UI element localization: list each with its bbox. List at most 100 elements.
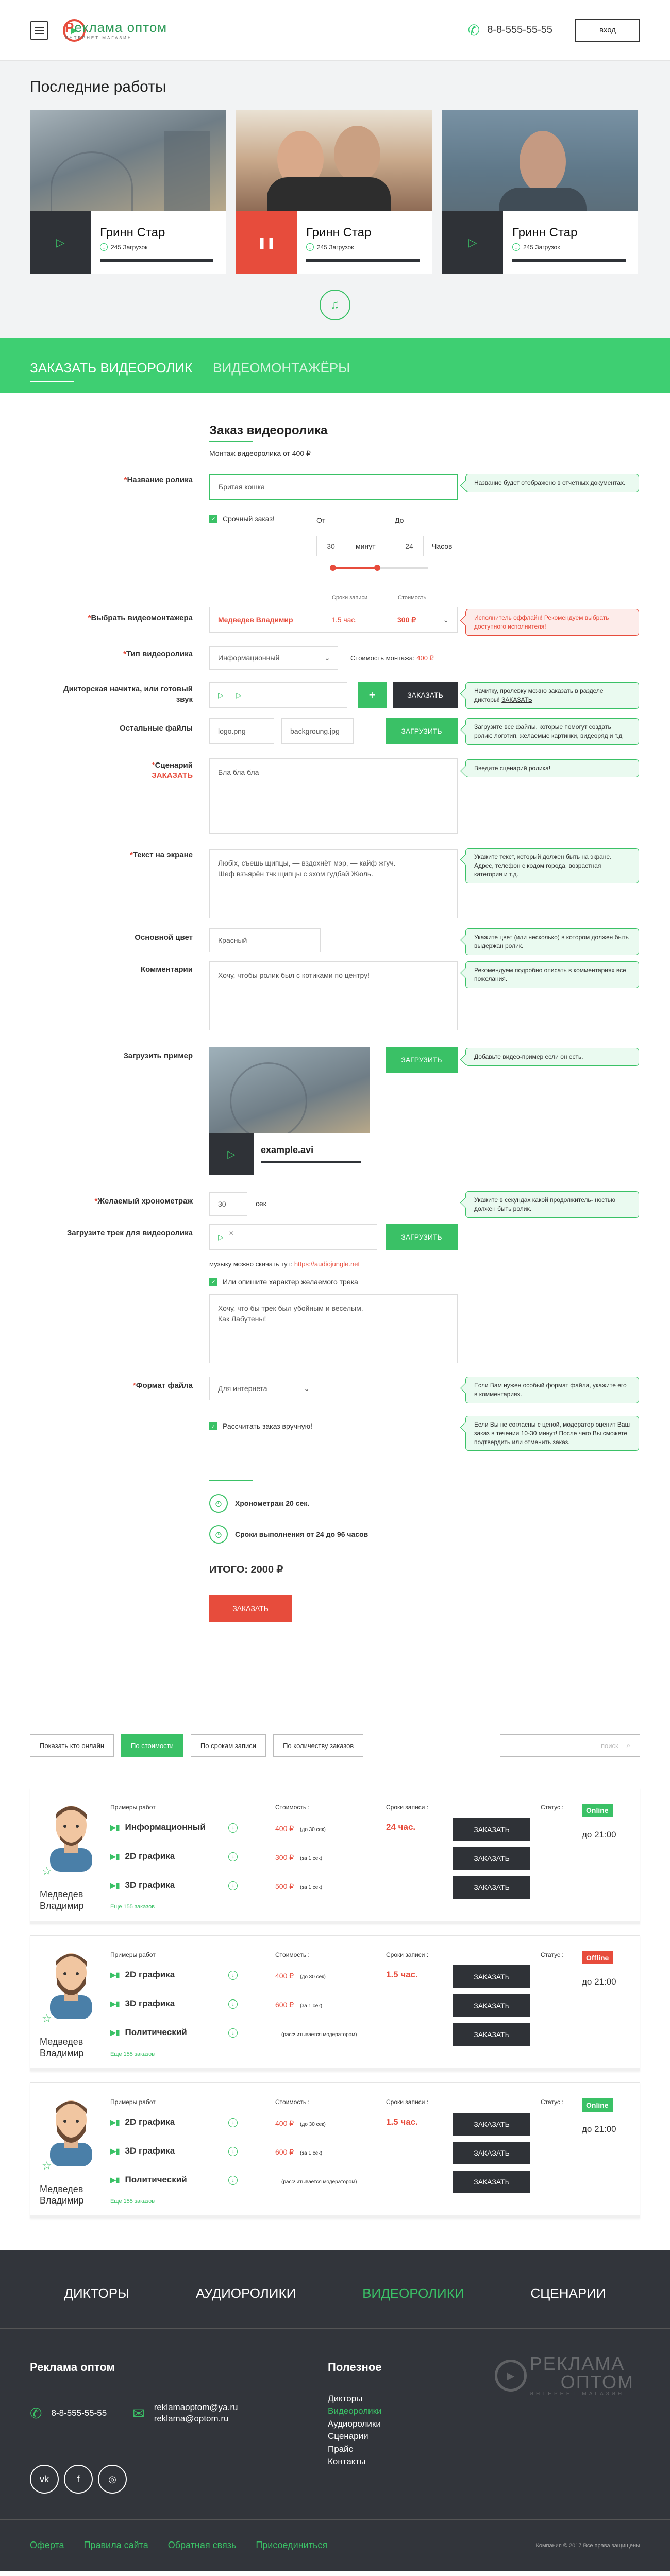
play-icon[interactable]: ▷ <box>218 1233 224 1242</box>
filter-terms-button[interactable]: По срокам записи <box>190 1734 266 1757</box>
instagram-icon[interactable]: ◎ <box>98 2465 127 2494</box>
order-button[interactable]: ЗАКАЗАТЬ <box>453 1994 530 2017</box>
download-icon[interactable]: ↓ <box>228 1971 238 1980</box>
vk-icon[interactable]: vk <box>30 2465 59 2494</box>
from-input[interactable]: 30 <box>316 536 345 556</box>
tab-order-video[interactable]: Заказать видеоролик <box>30 360 192 393</box>
example-item[interactable]: ▶▮ 3D графика <box>110 1998 175 2009</box>
order-button[interactable]: ЗАКАЗАТЬ <box>453 1847 530 1870</box>
footer-link[interactable]: Видеоролики <box>328 2405 646 2417</box>
track-file[interactable]: ▷ ✕ <box>209 1224 377 1250</box>
work-card[interactable]: ❚❚ Гринн Стар ↓ 245 Загрузок <box>236 110 432 274</box>
work-thumbnail[interactable] <box>236 110 432 211</box>
track-textarea[interactable]: Хочу, что бы трек был убойным и веселым.… <box>209 1294 458 1363</box>
footer-bottom-link[interactable]: Оферта <box>30 2540 64 2551</box>
search-input[interactable]: поиск ⌕ <box>500 1734 640 1757</box>
progress-bar[interactable] <box>512 259 626 262</box>
color-input[interactable]: Красный <box>209 928 321 952</box>
upload-track-button[interactable]: Загрузить <box>386 1224 458 1250</box>
voice-files[interactable]: ▷ ▷ <box>209 682 347 708</box>
download-icon[interactable]: ↓ <box>228 2147 238 2156</box>
order-button[interactable]: ЗАКАЗАТЬ <box>453 2142 530 2164</box>
order-script-link[interactable]: ЗАКАЗАТЬ <box>53 771 193 781</box>
slider-handle-min[interactable] <box>330 565 336 571</box>
order-button[interactable]: ЗАКАЗАТЬ <box>453 2113 530 2136</box>
comment-textarea[interactable]: Хочу, чтобы ролик был с котиками по цент… <box>209 961 458 1030</box>
work-thumbnail[interactable] <box>442 110 638 211</box>
footer-link[interactable]: Контакты <box>328 2455 646 2468</box>
download-icon[interactable]: ↓ <box>228 1823 238 1833</box>
facebook-icon[interactable]: f <box>64 2465 93 2494</box>
footer-link[interactable]: Аудиоролики <box>328 2418 646 2430</box>
footer-nav-item[interactable]: Видеоролики <box>362 2285 464 2328</box>
example-item[interactable]: ▶▮ Политический <box>110 2027 187 2038</box>
footer-link[interactable]: Прайс <box>328 2443 646 2455</box>
track-describe-checkbox[interactable]: ✓ Или опишите характер желаемого трека <box>209 1278 358 1286</box>
footer-logo[interactable]: ▶ РЕКЛАМА ОПТОМ ИНТЕРНЕТ МАГАЗИН <box>494 2354 634 2397</box>
header-phone[interactable]: ✆ 8-8-555-55-55 <box>468 22 552 39</box>
order-voice-link[interactable]: ЗАКАЗАТЬ <box>501 696 532 703</box>
editor-select[interactable]: Медведев Владимир 1.5 час. 300 ₽ ⌄ <box>209 607 458 633</box>
play-icon[interactable]: ▷ <box>236 691 242 700</box>
order-button[interactable]: ЗАКАЗАТЬ <box>453 1965 530 1988</box>
play-icon[interactable]: ▷ <box>218 691 224 700</box>
login-button[interactable]: вход <box>575 19 640 42</box>
upload-files-button[interactable]: Загрузить <box>386 718 458 744</box>
order-voice-button[interactable]: Заказать <box>393 682 458 708</box>
format-select[interactable]: Для интернета ⌄ <box>209 1377 317 1400</box>
filter-price-button[interactable]: По стоимости <box>121 1734 183 1757</box>
to-input[interactable]: 24 <box>395 536 424 556</box>
name-input[interactable]: Бритая кошка <box>209 474 458 500</box>
range-slider[interactable] <box>330 565 428 571</box>
play-button[interactable]: ▷ <box>209 1133 254 1175</box>
footer-nav-item[interactable]: Аудиоролики <box>196 2285 296 2328</box>
chrono-input[interactable]: 30 <box>209 1192 247 1216</box>
add-voice-button[interactable]: + <box>358 682 387 708</box>
example-item[interactable]: ▶▮ 2D графика <box>110 1970 175 1980</box>
screen-text-textarea[interactable]: Любіх, съешь щипцы, — вздохнёт мэр, — ка… <box>209 849 458 918</box>
footer-bottom-link[interactable]: Правила сайта <box>84 2540 148 2551</box>
upload-sample-button[interactable]: Загрузить <box>386 1047 458 1073</box>
music-icon[interactable]: ♫ <box>320 290 350 320</box>
star-icon[interactable]: ☆ <box>42 2012 52 2025</box>
type-select[interactable]: Информационный ⌄ <box>209 646 338 670</box>
footer-bottom-link[interactable]: Обратная связь <box>168 2540 237 2551</box>
order-button[interactable]: ЗАКАЗАТЬ <box>453 2023 530 2046</box>
tab-video-editors[interactable]: Видеомонтажёры <box>213 360 350 393</box>
example-item[interactable]: ▶▮ 3D графика <box>110 2146 175 2156</box>
file-chip[interactable]: backgroung.jpg <box>281 718 354 744</box>
star-icon[interactable]: ☆ <box>42 2159 52 2173</box>
footer-email[interactable]: reklama@optom.ru <box>154 2413 238 2425</box>
footer-link[interactable]: Сценарии <box>328 2430 646 2443</box>
logo[interactable]: ▶ Реклама оптом ИНТЕРНЕТ МАГАЗИН <box>63 19 166 42</box>
footer-bottom-link[interactable]: Присоединиться <box>256 2540 327 2551</box>
footer-nav-item[interactable]: Сценарии <box>530 2285 606 2328</box>
download-icon[interactable]: ↓ <box>228 2028 238 2038</box>
music-link[interactable]: https://audiojungle.net <box>294 1260 360 1268</box>
download-icon[interactable]: ↓ <box>228 1852 238 1861</box>
progress-bar[interactable] <box>306 259 420 262</box>
example-item[interactable]: ▶▮ 2D графика <box>110 1851 175 1861</box>
order-button[interactable]: ЗАКАЗАТЬ <box>453 1876 530 1899</box>
filter-count-button[interactable]: По количеству заказов <box>273 1734 364 1757</box>
example-item[interactable]: ▶▮ 2D графика <box>110 2117 175 2127</box>
work-thumbnail[interactable] <box>30 110 226 211</box>
menu-icon[interactable] <box>30 21 48 40</box>
footer-phone[interactable]: 8-8-555-55-55 <box>51 2408 107 2418</box>
progress-bar[interactable] <box>100 259 213 262</box>
example-item[interactable]: ▶▮ 3D графика <box>110 1880 175 1890</box>
urgent-checkbox[interactable]: ✓ Срочный заказ! <box>209 515 275 523</box>
footer-email[interactable]: reklamaoptom@ya.ru <box>154 2402 238 2413</box>
work-card[interactable]: ▷ Гринн Стар ↓ 245 Загрузок <box>442 110 638 274</box>
manual-calc-checkbox[interactable]: ✓ Рассчитать заказ вручную! <box>209 1422 312 1430</box>
example-item[interactable]: ▶▮ Информационный <box>110 1822 206 1833</box>
download-icon[interactable]: ↓ <box>228 1999 238 2009</box>
example-item[interactable]: ▶▮ Политический <box>110 2175 187 2185</box>
more-orders-link[interactable]: Ещё 155 заказов <box>110 1904 155 1910</box>
order-button[interactable]: ЗАКАЗАТЬ <box>453 1818 530 1841</box>
play-button[interactable]: ▷ <box>30 211 91 274</box>
more-orders-link[interactable]: Ещё 155 заказов <box>110 2198 155 2205</box>
download-icon[interactable]: ↓ <box>228 2118 238 2127</box>
pause-button[interactable]: ❚❚ <box>236 211 297 274</box>
close-icon[interactable]: ✕ <box>229 1230 234 1237</box>
